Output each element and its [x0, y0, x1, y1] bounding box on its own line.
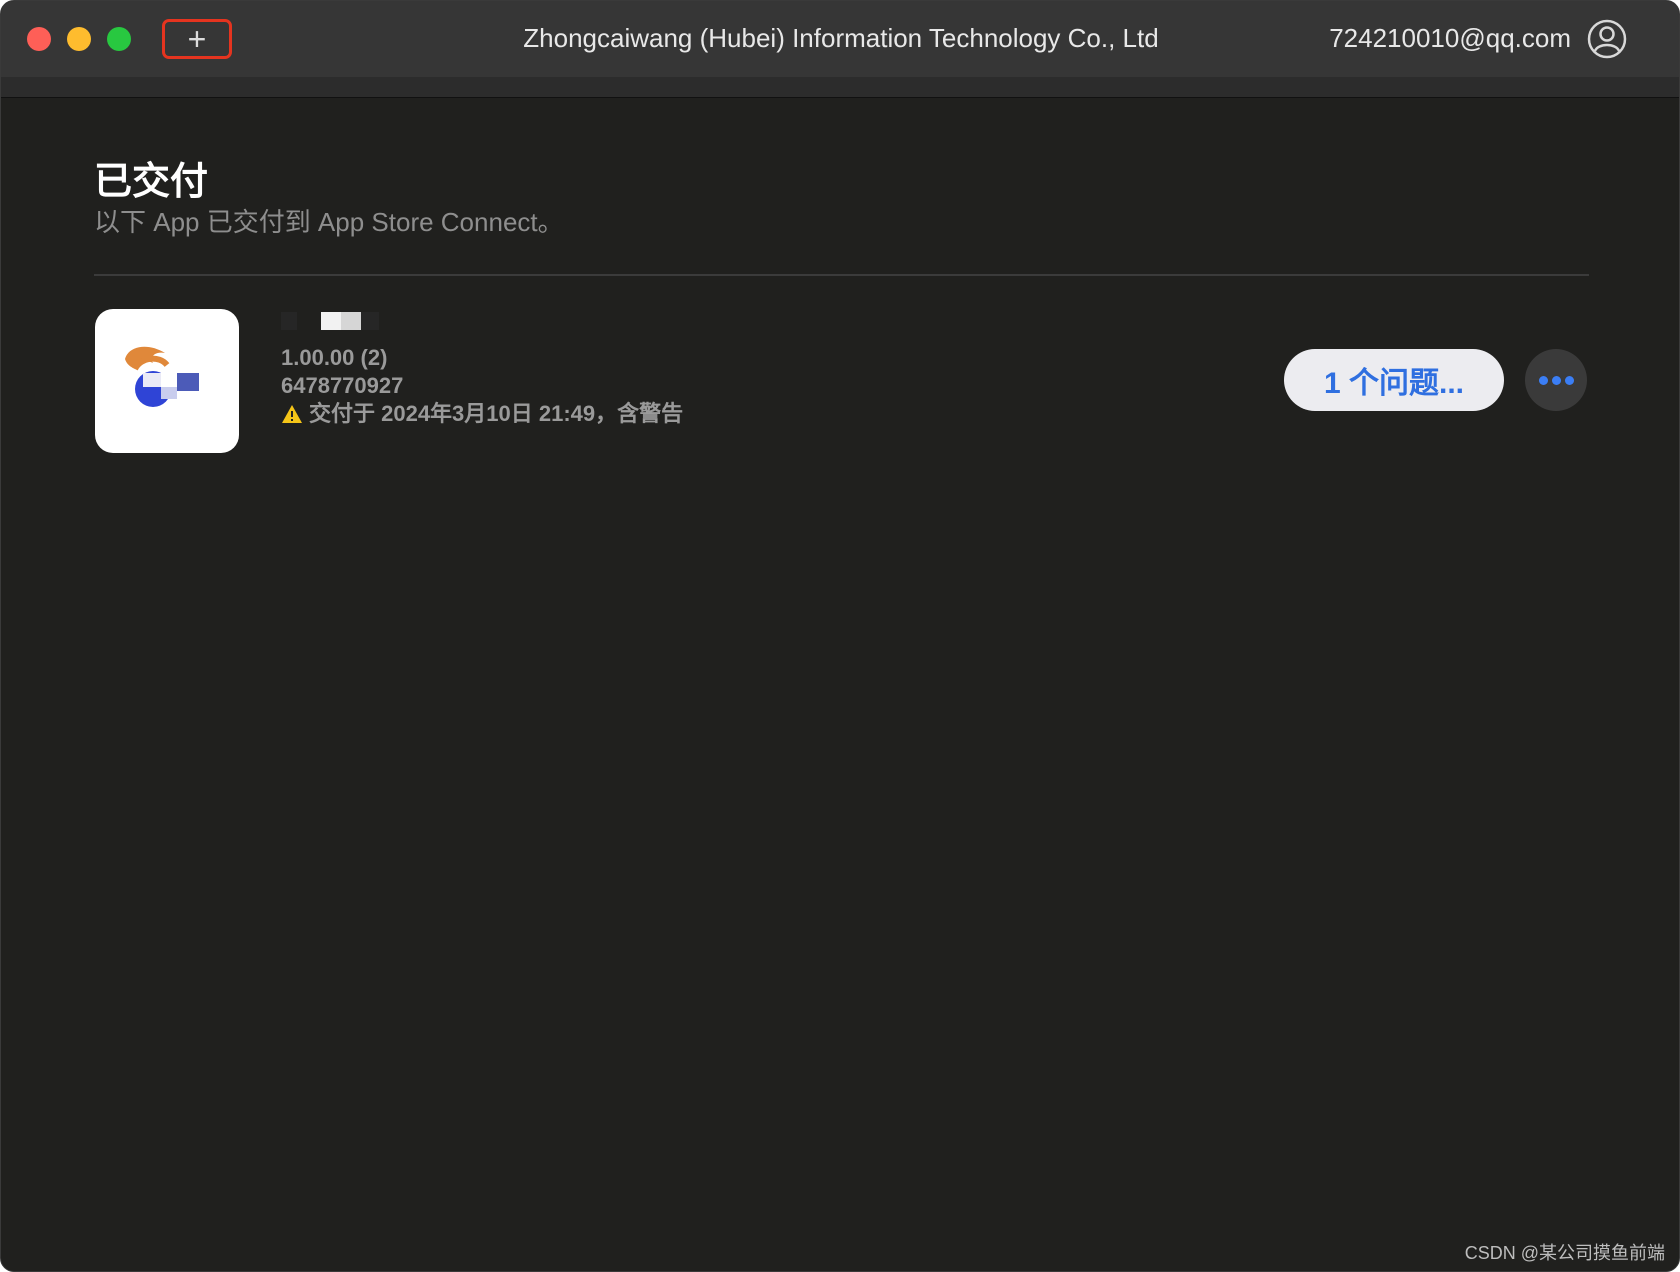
- app-name-redacted: [281, 312, 379, 330]
- ellipsis-icon: [1538, 375, 1548, 385]
- watermark: CSDN @某公司摸鱼前端: [1464, 1243, 1665, 1263]
- add-button[interactable]: +: [162, 19, 232, 59]
- page-subtitle: 以下 App 已交付到 App Store Connect。: [94, 207, 564, 237]
- close-window-button[interactable]: [27, 27, 51, 51]
- main-content: 已交付 以下 App 已交付到 App Store Connect。 1.00.…: [1, 98, 1679, 1271]
- delivery-status: 交付于 2024年3月10日 21:49，含警告: [281, 400, 683, 428]
- more-options-button[interactable]: [1525, 349, 1587, 411]
- delivery-status-text: 交付于 2024年3月10日 21:49，含警告: [309, 401, 684, 426]
- app-window: + Zhongcaiwang (Hubei) Information Techn…: [0, 0, 1680, 1272]
- app-details: 1.00.00 (2) 6478770927 交付于 2024年3月10日 21…: [281, 344, 683, 428]
- page-title: 已交付: [94, 161, 209, 203]
- window-title: Zhongcaiwang (Hubei) Information Technol…: [523, 23, 1159, 53]
- divider: [94, 274, 1589, 276]
- issues-button[interactable]: 1 个问题...: [1284, 349, 1504, 411]
- app-logo-icon: [125, 346, 199, 407]
- app-version: 1.00.00 (2): [281, 345, 388, 370]
- title-bar: + Zhongcaiwang (Hubei) Information Techn…: [1, 1, 1679, 78]
- ellipsis-dot: [1551, 375, 1561, 385]
- warning-triangle-icon: [282, 405, 302, 423]
- minimize-window-button[interactable]: [67, 27, 91, 51]
- app-build-id: 6478770927: [281, 373, 404, 398]
- account-email[interactable]: 724210010@qq.com: [1301, 23, 1571, 54]
- person-circle-icon[interactable]: [1587, 19, 1627, 59]
- app-icon: [95, 309, 239, 453]
- ellipsis-dot: [1564, 375, 1574, 385]
- maximize-window-button[interactable]: [107, 27, 131, 51]
- toolbar-separator: [1, 77, 1679, 98]
